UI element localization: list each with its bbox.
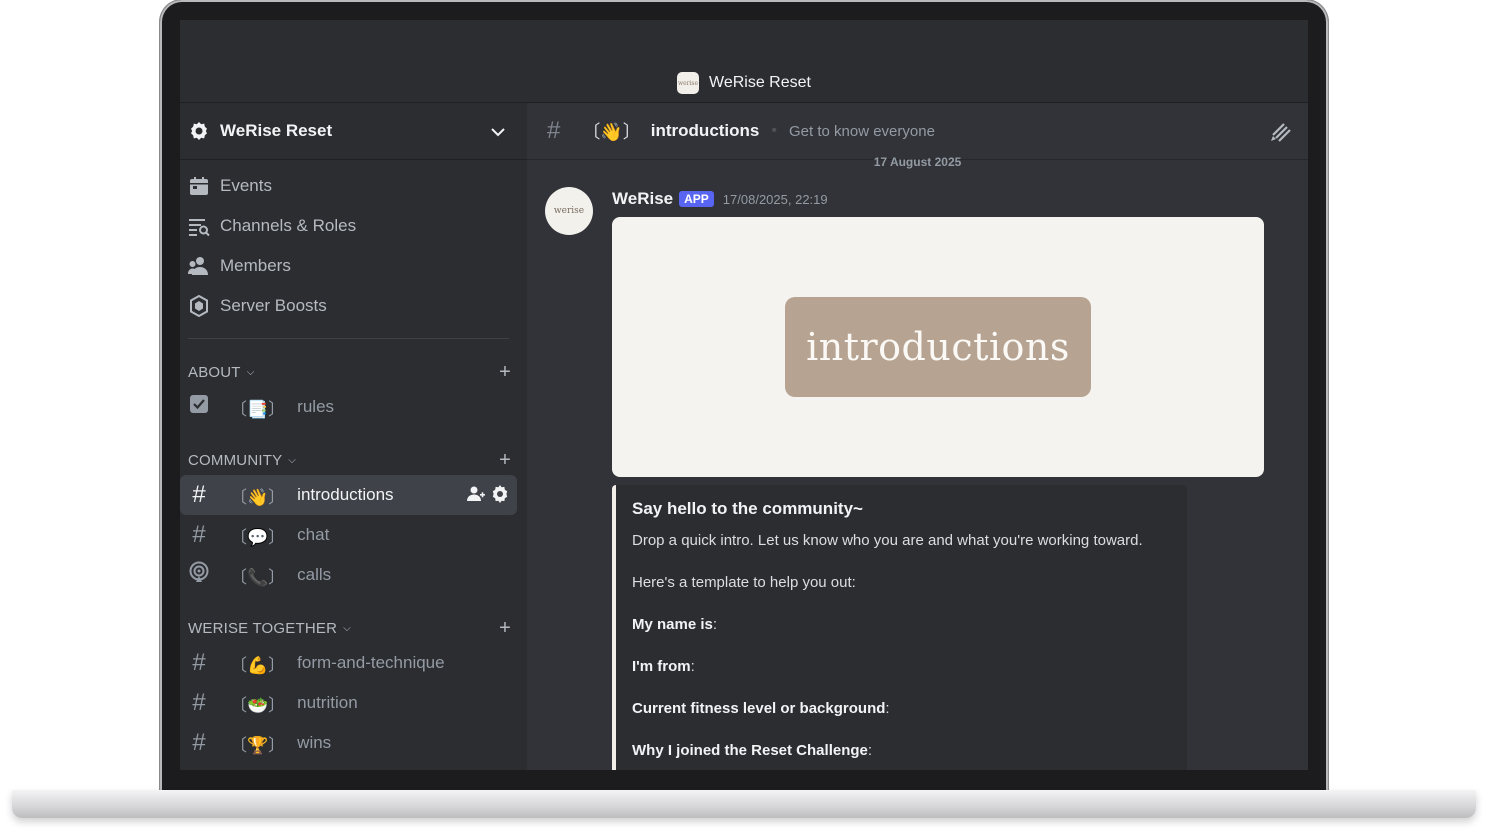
embed-field: My name is:: [632, 616, 718, 633]
text-channel-icon: #: [192, 649, 206, 676]
rules-channel-icon: [188, 393, 210, 421]
channel-form-and-technique[interactable]: # 〔💪〕 form-and-technique: [180, 643, 517, 683]
chat-area: # 〔👋〕 introductions • Get to know everyo…: [527, 103, 1308, 770]
date-separator: 17 August 2025: [873, 155, 962, 169]
chevron-down-icon: ⌵: [288, 454, 297, 466]
channel-emoji: 〔🥗〕: [230, 695, 286, 715]
boost-icon: [188, 295, 210, 317]
channel-emoji: 〔🏆〕: [230, 735, 286, 755]
channel-name: introductions: [297, 485, 394, 504]
channel-emoji: 〔💬〕: [230, 527, 286, 547]
category-label: ABOUT: [188, 363, 241, 381]
banner-image[interactable]: introductions: [612, 217, 1264, 477]
nav-events[interactable]: Events: [180, 166, 527, 206]
chevron-down-icon: ⌵: [343, 622, 351, 634]
category-werise-together[interactable]: WERISE TOGETHER ⌵ +: [180, 613, 527, 643]
channel-name: rules: [297, 397, 335, 416]
channel-emoji: 〔💪〕: [230, 655, 286, 675]
add-channel-icon[interactable]: +: [499, 617, 511, 640]
message-header: WeRise APP 17/08/2025, 22:19: [612, 189, 828, 209]
channel-emoji: 〔👋〕: [230, 487, 286, 507]
app-window: werise WeRise Reset WeRise Reset Events …: [180, 20, 1308, 770]
text-channel-icon: #: [192, 729, 206, 756]
nav-label: Channels & Roles: [220, 216, 357, 235]
embed-field: Current fitness level or background:: [632, 700, 890, 717]
embed-text: Here's a template to help you out:: [632, 574, 856, 591]
nav-channels-roles[interactable]: Channels & Roles: [180, 206, 527, 246]
window-top-band: [180, 20, 1308, 64]
channel-introductions[interactable]: # 〔👋〕 introductions: [180, 475, 517, 515]
calendar-icon: [188, 175, 210, 197]
laptop-base: [12, 790, 1476, 818]
author-name[interactable]: WeRise: [612, 189, 673, 209]
server-guide-icon: [188, 120, 210, 142]
add-channel-icon[interactable]: +: [499, 449, 511, 472]
field-label: My name is: [632, 616, 713, 633]
channel-wins[interactable]: # 〔🏆〕 wins: [180, 723, 517, 763]
text-channel-icon: #: [192, 689, 206, 716]
channel-rules[interactable]: 〔📑〕 rules: [180, 387, 517, 427]
message-embed: Say hello to the community~ Drop a quick…: [612, 485, 1187, 770]
app-badge: APP: [679, 191, 714, 207]
category-about[interactable]: ABOUT ⌵ +: [180, 357, 527, 387]
channel-calls[interactable]: 〔📞〕 calls: [180, 555, 517, 595]
server-header[interactable]: WeRise Reset: [180, 103, 527, 160]
field-label: I'm from: [632, 658, 691, 675]
avatar[interactable]: werise: [545, 187, 593, 235]
nav-label: Server Boosts: [220, 296, 327, 315]
threads-icon[interactable]: [1270, 121, 1294, 148]
embed-field: Why I joined the Reset Challenge:: [632, 742, 873, 759]
category-label: WERISE TOGETHER: [188, 619, 338, 637]
members-icon: [188, 255, 210, 277]
message-timestamp: 17/08/2025, 22:19: [722, 191, 828, 207]
nav-label: Members: [220, 256, 291, 275]
channel-chat[interactable]: # 〔💬〕 chat: [180, 515, 517, 555]
embed-field: I'm from:: [632, 658, 695, 675]
nav-members[interactable]: Members: [180, 246, 527, 286]
field-label: Current fitness level or background: [632, 700, 886, 717]
nav-label: Events: [220, 176, 272, 195]
window-title: WeRise Reset: [709, 74, 811, 91]
text-channel-icon: #: [547, 117, 561, 144]
channel-header: # 〔👋〕 introductions • Get to know everyo…: [527, 103, 1308, 160]
text-channel-icon: #: [192, 481, 206, 508]
server-name: WeRise Reset: [220, 121, 333, 140]
chevron-down-icon[interactable]: [491, 122, 505, 142]
embed-title: Say hello to the community~: [632, 499, 863, 518]
channel-topic[interactable]: Get to know everyone: [789, 123, 935, 140]
channel-emoji: 〔📑〕: [230, 399, 286, 419]
embed-text: Drop a quick intro. Let us know who you …: [632, 532, 1143, 549]
server-logo: werise: [677, 72, 700, 94]
add-channel-icon[interactable]: +: [499, 361, 511, 384]
channel-sidebar: WeRise Reset Events Channels & Roles Mem…: [180, 103, 527, 770]
channel-title: introductions: [650, 121, 760, 140]
nav-server-boosts[interactable]: Server Boosts: [180, 286, 527, 326]
divider: [188, 338, 509, 339]
stage-channel-icon: [188, 561, 210, 590]
channel-name: wins: [297, 733, 332, 752]
channel-nutrition[interactable]: # 〔🥗〕 nutrition: [180, 683, 517, 723]
channel-name: chat: [297, 525, 330, 544]
channel-emoji: 〔👋〕: [582, 122, 641, 142]
channel-name: form-and-technique: [297, 653, 445, 672]
channel-name: nutrition: [297, 693, 358, 712]
field-label: Why I joined the Reset Challenge: [632, 742, 868, 759]
channels-roles-icon: [188, 215, 210, 237]
text-channel-icon: #: [192, 521, 206, 548]
gear-icon[interactable]: [491, 485, 509, 508]
channel-emoji: 〔📞〕: [230, 567, 286, 587]
banner-label: introductions: [785, 297, 1091, 397]
chevron-down-icon: ⌵: [246, 366, 255, 378]
invite-icon[interactable]: [467, 485, 485, 508]
category-label: COMMUNITY: [188, 451, 283, 469]
separator-dot: •: [771, 122, 777, 139]
channel-name: calls: [297, 565, 332, 584]
title-bar: werise WeRise Reset: [180, 64, 1308, 103]
category-community[interactable]: COMMUNITY ⌵ +: [180, 445, 527, 475]
